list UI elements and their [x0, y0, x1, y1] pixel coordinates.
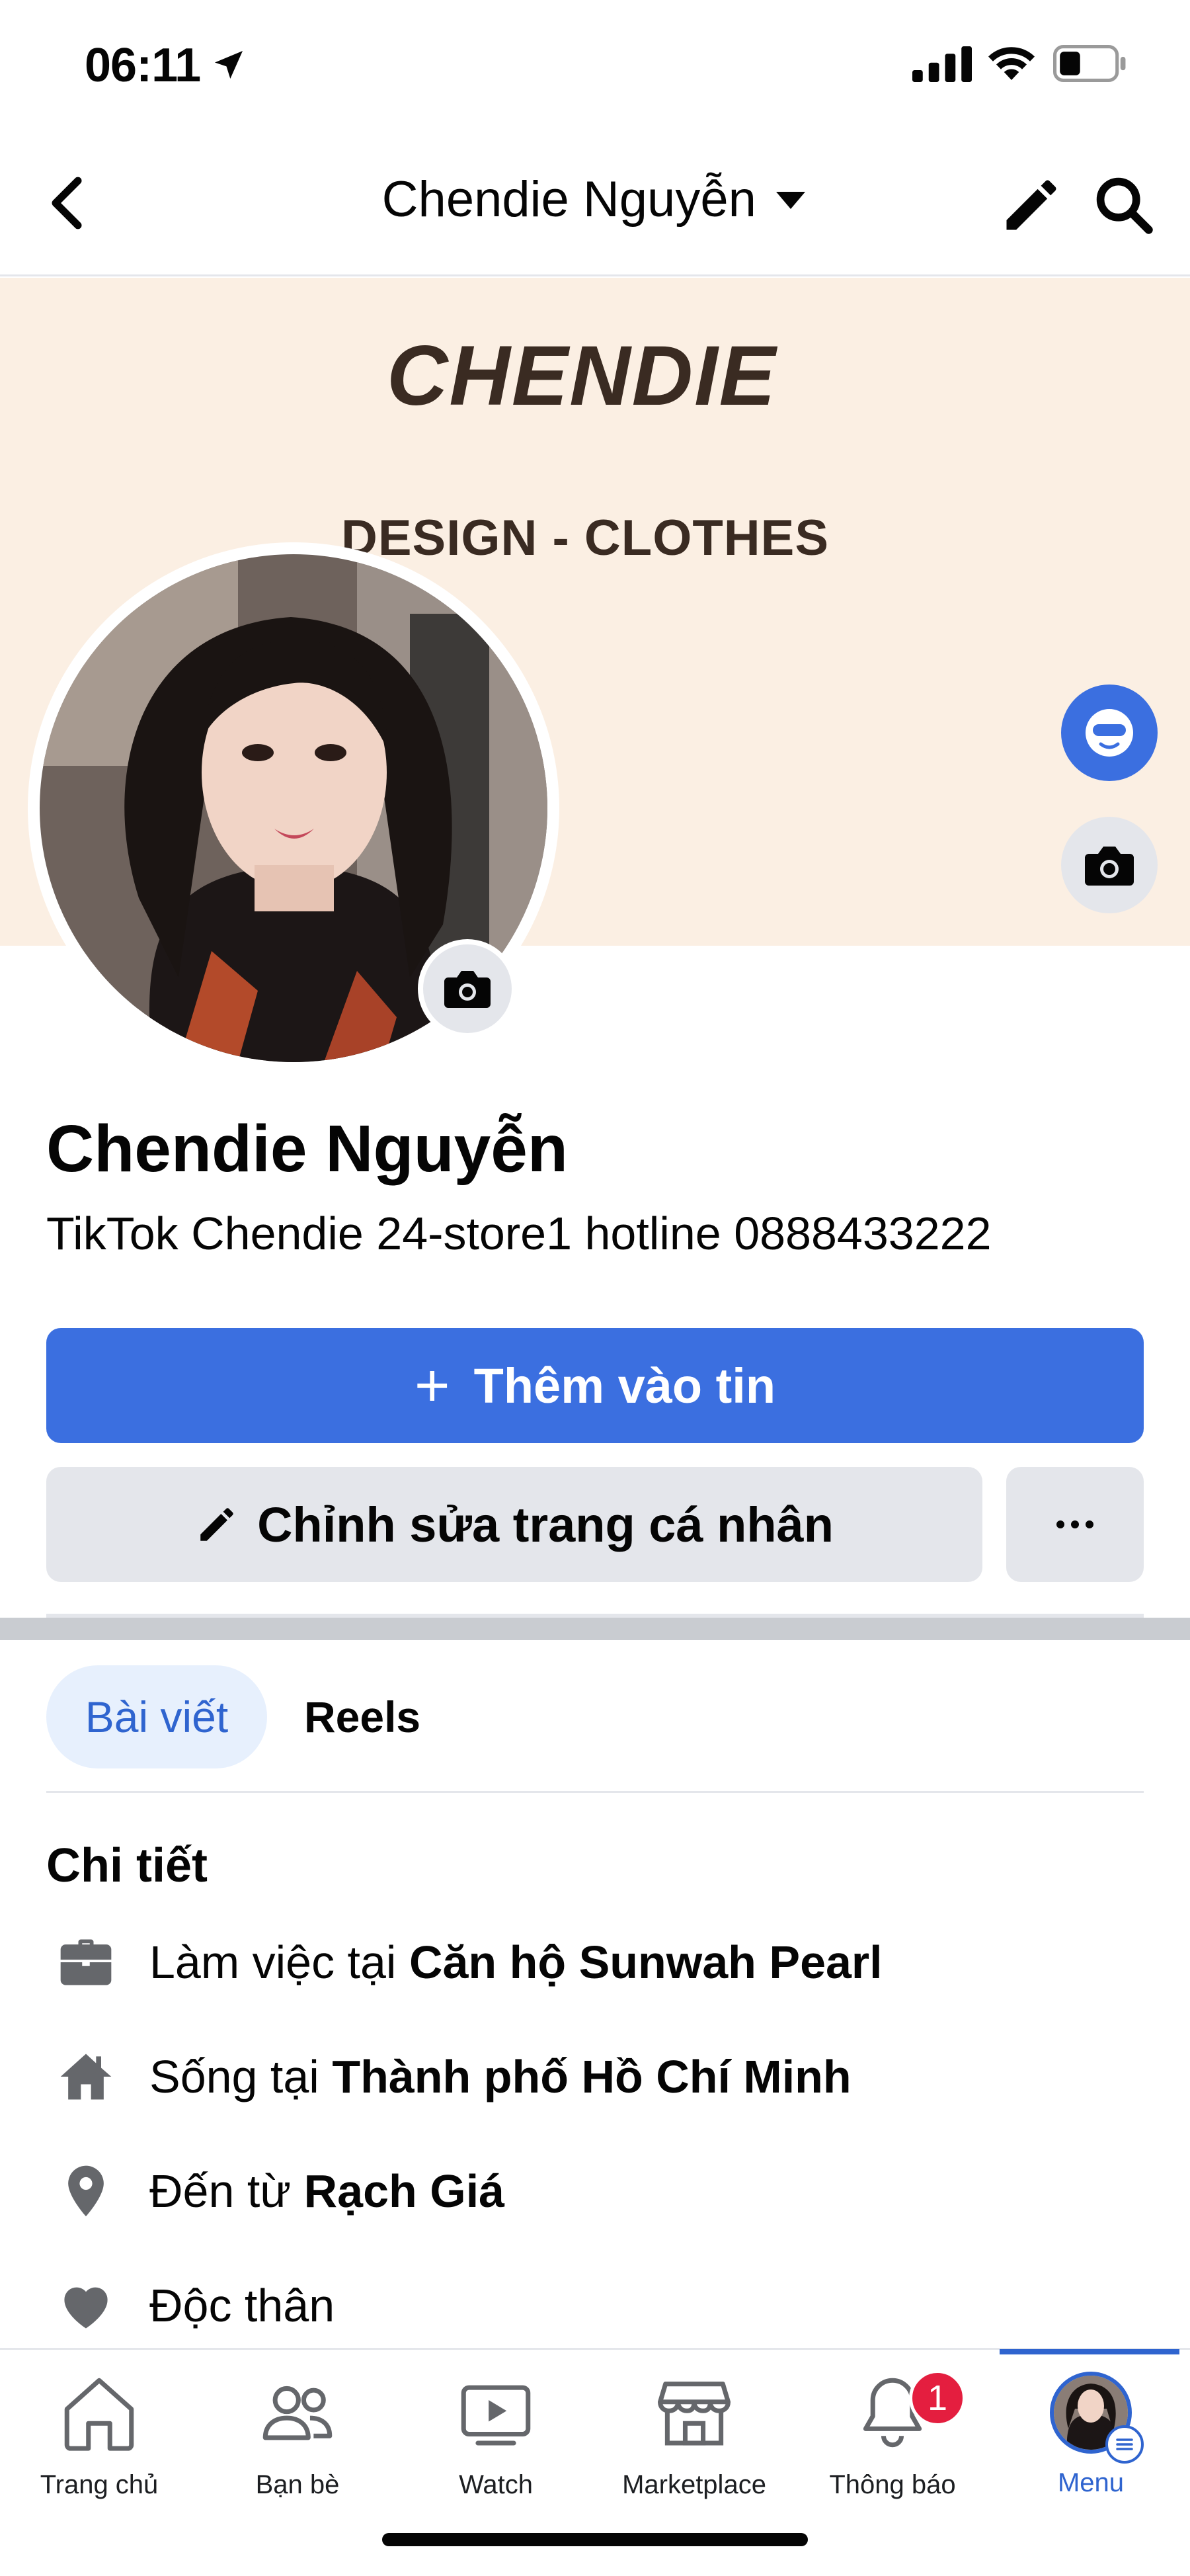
nav-friends-label: Bạn bè	[255, 2470, 340, 2499]
nav-active-indicator	[1000, 2349, 1179, 2354]
status-bar: 06:11	[0, 0, 1190, 132]
pencil-icon[interactable]	[998, 172, 1064, 238]
header-title: Chendie Nguyễn	[381, 171, 756, 228]
notification-badge: 1	[909, 2370, 966, 2427]
detail-work-prefix: Làm việc tại	[149, 1936, 409, 1988]
marketplace-icon	[658, 2382, 731, 2446]
detail-relationship[interactable]: Độc thân	[46, 2266, 1144, 2345]
divider	[46, 1791, 1144, 1793]
profile-bio: TikTok Chendie 24-store1 hotline 0888433…	[46, 1208, 992, 1259]
home-icon	[46, 2037, 126, 2116]
cover-brand-text: CHENDIE	[386, 329, 777, 423]
search-icon[interactable]	[1091, 172, 1157, 238]
cellular-signal-icon	[912, 46, 972, 82]
nav-marketplace-label: Marketplace	[622, 2470, 766, 2499]
home-icon	[64, 2378, 134, 2451]
briefcase-icon	[46, 1923, 126, 2002]
menu-lines-icon	[1105, 2425, 1144, 2464]
plus-icon: +	[414, 1351, 450, 1419]
wifi-icon	[988, 47, 1035, 80]
nav-friends[interactable]: Bạn bè	[198, 2370, 397, 2542]
heart-icon	[46, 2266, 126, 2345]
avatar-button[interactable]	[1061, 685, 1158, 781]
nav-notifications-label: Thông báo	[829, 2470, 956, 2499]
section-divider	[0, 1618, 1190, 1640]
detail-from-value: Rạch Giá	[303, 2165, 505, 2217]
camera-icon	[1085, 847, 1134, 886]
nav-watch-label: Watch	[459, 2470, 533, 2499]
details-heading: Chi tiết	[46, 1839, 208, 1892]
location-arrow-icon	[215, 51, 243, 79]
nav-menu-label: Menu	[1057, 2468, 1125, 2497]
caret-down-icon	[776, 191, 806, 209]
profile-header: Chendie Nguyễn	[0, 132, 1190, 276]
detail-work-value: Căn hộ Sunwah Pearl	[409, 1936, 883, 1988]
watch-icon	[461, 2385, 531, 2446]
nav-home[interactable]: Trang chủ	[0, 2370, 198, 2542]
edit-profile-label: Chỉnh sửa trang cá nhân	[257, 1497, 834, 1552]
tab-reels[interactable]: Reels	[304, 1665, 420, 1768]
avatar-face-icon	[1086, 709, 1133, 757]
nav-marketplace[interactable]: Marketplace	[595, 2370, 793, 2542]
add-to-story-label: Thêm vào tin	[473, 1358, 776, 1413]
detail-relationship-text: Độc thân	[149, 2280, 335, 2331]
edit-profile-button[interactable]: Chỉnh sửa trang cá nhân	[46, 1467, 982, 1582]
detail-lives-prefix: Sống tại	[149, 2051, 333, 2102]
detail-lives-value: Thành phố Hồ Chí Minh	[332, 2051, 852, 2102]
location-pin-icon	[46, 2151, 126, 2231]
tab-posts[interactable]: Bài viết	[46, 1665, 267, 1768]
pencil-icon	[200, 1508, 233, 1541]
more-options-button[interactable]	[1006, 1467, 1144, 1582]
profile-picture-camera-button[interactable]	[418, 939, 517, 1038]
add-to-story-button[interactable]: + Thêm vào tin	[46, 1328, 1144, 1443]
camera-icon	[444, 971, 491, 1008]
home-indicator	[382, 2533, 808, 2546]
battery-icon	[1053, 45, 1126, 82]
profile-name: Chendie Nguyễn	[46, 1112, 568, 1186]
nav-home-label: Trang chủ	[40, 2470, 159, 2499]
status-time: 06:11	[85, 39, 201, 92]
cover-subtitle-text: DESIGN - CLOTHES	[340, 510, 830, 566]
friends-icon	[262, 2386, 333, 2440]
detail-lives-in[interactable]: Sống tại Thành phố Hồ Chí Minh	[46, 2037, 1144, 2116]
detail-from[interactable]: Đến từ Rạch Giá	[46, 2151, 1144, 2231]
detail-from-prefix: Đến từ	[149, 2165, 304, 2217]
cover-camera-button[interactable]	[1061, 817, 1158, 913]
nav-watch[interactable]: Watch	[397, 2370, 595, 2542]
nav-menu[interactable]: Menu	[992, 2370, 1190, 2542]
nav-notifications[interactable]: 1 Thông báo	[793, 2370, 992, 2542]
more-dots-icon	[1056, 1520, 1093, 1528]
detail-work[interactable]: Làm việc tại Căn hộ Sunwah Pearl	[46, 1923, 1144, 2002]
